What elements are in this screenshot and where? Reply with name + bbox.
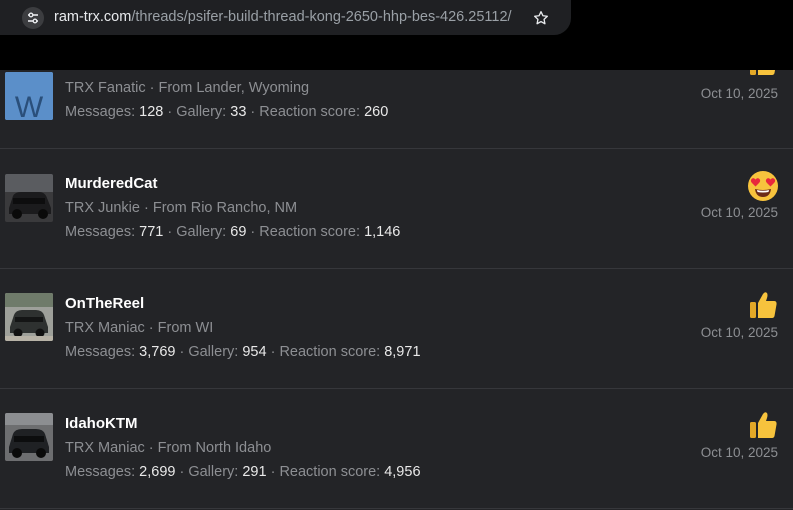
address-bar[interactable]: ram-trx.com/threads/psifer-build-thread-…	[0, 0, 571, 35]
location-prefix: From	[152, 200, 187, 216]
list-item: IdahoKTM TRX Maniac · From North Idaho M…	[0, 389, 793, 509]
user-title: TRX Maniac	[65, 320, 145, 336]
avatar[interactable]	[5, 413, 53, 461]
list-item: OnTheReel TRX Maniac · From WI Messages:…	[0, 269, 793, 389]
user-stats: Messages: 128 · Gallery: 33 · Reaction s…	[65, 104, 389, 120]
url-path: /threads/psifer-build-thread-kong-2650-h…	[131, 9, 512, 25]
user-location: Rio Rancho, NM	[190, 200, 298, 216]
username-link[interactable]: OnTheReel	[65, 295, 144, 312]
thumbs-up-icon	[750, 292, 777, 318]
gallery-count[interactable]: 33	[230, 104, 246, 120]
messages-count[interactable]: 2,699	[139, 464, 175, 480]
user-title-line: TRX Maniac · From North Idaho	[65, 440, 272, 456]
list-item: MurderedCat TRX Junkie · From Rio Rancho…	[0, 149, 793, 269]
gallery-count[interactable]: 69	[230, 224, 246, 240]
location-prefix: From	[158, 80, 193, 96]
thread-reactions-list: W TRX Fanatic · From Lander, Wyoming Mes…	[0, 70, 793, 510]
gallery-label: Gallery:	[176, 104, 227, 120]
site-settings-icon[interactable]	[22, 7, 44, 29]
user-stats: Messages: 2,699 · Gallery: 291 · Reactio…	[65, 464, 421, 480]
gallery-count[interactable]: 291	[242, 464, 266, 480]
reaction-date[interactable]: Oct 10, 2025	[701, 445, 778, 460]
user-title-line: TRX Maniac · From WI	[65, 320, 214, 336]
gallery-label: Gallery:	[188, 464, 239, 480]
messages-label: Messages:	[65, 224, 136, 240]
location-prefix: From	[157, 320, 192, 336]
thumbs-up-icon	[750, 70, 776, 75]
username-link[interactable]: IdahoKTM	[65, 415, 138, 432]
location-prefix: From	[157, 440, 192, 456]
user-title: TRX Junkie	[65, 200, 140, 216]
reaction-score: 4,956	[384, 464, 421, 480]
reaction-score: 1,146	[364, 224, 401, 240]
reaction-score-label: Reaction score:	[279, 464, 381, 480]
avatar[interactable]: W	[5, 72, 53, 120]
reaction-score-label: Reaction score:	[259, 224, 361, 240]
gallery-label: Gallery:	[188, 344, 239, 360]
bookmark-star-icon[interactable]	[531, 8, 551, 28]
username-link[interactable]: MurderedCat	[65, 175, 158, 192]
messages-count[interactable]: 3,769	[139, 344, 175, 360]
avatar[interactable]	[5, 174, 53, 222]
svg-text:W: W	[15, 91, 44, 120]
user-stats: Messages: 3,769 · Gallery: 954 · Reactio…	[65, 344, 421, 360]
reaction-date[interactable]: Oct 10, 2025	[701, 86, 778, 101]
user-location: North Idaho	[195, 440, 272, 456]
gallery-count[interactable]: 954	[242, 344, 266, 360]
user-title-line: TRX Junkie · From Rio Rancho, NM	[65, 200, 298, 216]
user-stats: Messages: 771 · Gallery: 69 · Reaction s…	[65, 224, 401, 240]
user-title: TRX Fanatic	[65, 80, 146, 96]
reaction-score: 260	[364, 104, 389, 120]
user-title-line: TRX Fanatic · From Lander, Wyoming	[65, 80, 310, 96]
messages-count[interactable]: 771	[139, 224, 163, 240]
user-location: WI	[195, 320, 214, 336]
reaction-score: 8,971	[384, 344, 421, 360]
url-text[interactable]: ram-trx.com/threads/psifer-build-thread-…	[54, 9, 512, 25]
reaction-score-label: Reaction score:	[279, 344, 381, 360]
gallery-label: Gallery:	[176, 224, 227, 240]
url-host: ram-trx.com	[54, 9, 132, 25]
reaction-date[interactable]: Oct 10, 2025	[701, 205, 778, 220]
messages-count[interactable]: 128	[139, 104, 163, 120]
avatar[interactable]	[5, 293, 53, 341]
browser-top-bar: ram-trx.com/threads/psifer-build-thread-…	[0, 0, 793, 70]
thumbs-up-icon	[750, 412, 777, 438]
list-item: W TRX Fanatic · From Lander, Wyoming Mes…	[0, 70, 793, 149]
reaction-date[interactable]: Oct 10, 2025	[701, 325, 778, 340]
reaction-score-label: Reaction score:	[259, 104, 361, 120]
user-location: Lander, Wyoming	[196, 80, 310, 96]
user-title: TRX Maniac	[65, 440, 145, 456]
messages-label: Messages:	[65, 104, 136, 120]
messages-label: Messages:	[65, 344, 136, 360]
heart-eyes-icon	[748, 171, 778, 201]
messages-label: Messages:	[65, 464, 136, 480]
